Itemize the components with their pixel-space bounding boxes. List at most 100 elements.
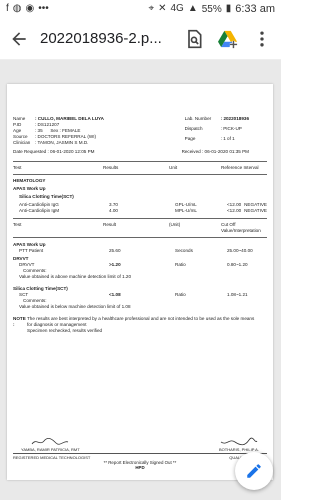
back-button[interactable]: [6, 26, 32, 52]
battery-level: 55%: [201, 3, 222, 15]
age-value: : 35: [35, 128, 43, 133]
report-footer: YAMBA, RAMIR PATRICIA, RMT BOTHARIS, PHI…: [13, 430, 267, 470]
table1-header: Test Results Unit Reference Interval: [13, 165, 267, 171]
page-label: Page: [184, 136, 196, 141]
section-silica: Silica Clotting Time(SCT): [19, 194, 74, 199]
clinician-value: : TAMON, JASMIN S M.D.: [35, 140, 89, 145]
status-bar: f ◍ ◉ ••• ⌖ ✕ 4G ▲ 55% ▮ 6:33 am: [0, 0, 281, 18]
facebook-icon: f: [6, 3, 9, 14]
sex-value: : FEMALE: [59, 128, 81, 133]
search-document-button[interactable]: [181, 26, 207, 52]
network-type: 4G: [170, 3, 184, 14]
ref-value: <12.00: [227, 208, 242, 213]
col-results: Results: [103, 165, 119, 170]
col-reference: Reference Interval: [221, 165, 259, 170]
test-unit: Seconds: [175, 248, 193, 253]
sct-comment: Value obtained is below machine detectio…: [19, 304, 131, 309]
more-options-button[interactable]: [249, 26, 275, 52]
dates-row: Date Requested : 06-01-2020 12:05 PM Rec…: [13, 149, 249, 155]
hpd-label: HPD: [135, 465, 145, 470]
app-bar: 2022018936-2.p...: [0, 18, 281, 60]
divider: [13, 161, 267, 162]
signature-scribble-icon: [31, 437, 69, 445]
test-unit: Ratio: [175, 262, 186, 267]
col-unit: (Unit): [169, 222, 181, 227]
divider: [13, 174, 267, 175]
test-reference: <12.00 NEGATIVE: [227, 208, 267, 214]
report-header: Name : CULLO, MARIBEL DELA LUYA P.ID : D…: [13, 116, 267, 146]
col-unit: Unit: [169, 165, 178, 170]
clinician-label: Clinician: [13, 140, 31, 145]
location-icon: ⌖: [148, 3, 155, 14]
received-label: Received: [181, 149, 201, 154]
col-result: Result: [103, 222, 117, 227]
note-line: Specimen rechecked, results verified: [27, 328, 103, 333]
section-apas: APAS Work Up: [13, 186, 46, 191]
add-to-drive-button[interactable]: [215, 26, 241, 52]
back-arrow-icon: [12, 31, 26, 46]
edit-pencil-icon: [247, 464, 261, 478]
clock: 6:33 am: [235, 3, 275, 15]
result-flag: NEGATIVE: [244, 208, 267, 213]
date-requested-label: Date Requested: [13, 149, 47, 154]
test-name: Anti-Cardiolipin IgM: [19, 208, 60, 213]
lab-number-label: Lab. Number: [184, 116, 212, 121]
test-result: 4.00: [109, 208, 118, 213]
mute-icon: ✕: [158, 3, 167, 14]
sex-label: Sex: [50, 128, 59, 133]
status-right: ⌖ ✕ 4G ▲ 55% ▮ 6:33 am: [148, 3, 275, 15]
date-requested: Date Requested : 06-01-2020 12:05 PM: [13, 149, 94, 155]
test-reference: 25.00~40.00: [227, 248, 253, 253]
search-document-icon: [188, 29, 202, 48]
messenger-icon: ◍: [12, 3, 22, 14]
pdf-page: Name : CULLO, MARIBEL DELA LUYA P.ID : D…: [7, 84, 273, 480]
col-test: Test: [13, 222, 22, 227]
signature-titles: REGISTERED MEDICAL TECHNOLOGIST QUALITY …: [13, 453, 267, 460]
table-row: PTT Patient 25.60 Seconds 25.00~40.00: [13, 248, 267, 254]
divider: [13, 218, 267, 219]
more-dots-icon: •••: [38, 3, 49, 14]
signatures: YAMBA, RAMIR PATRICIA, RMT BOTHARIS, PHI…: [13, 430, 267, 452]
table-row: SCT <1.08 Ratio 1.08~1.21: [13, 292, 267, 298]
chrome-icon: ◉: [25, 3, 35, 14]
edit-fab-button[interactable]: [235, 452, 273, 490]
patient-info: Name : CULLO, MARIBEL DELA LUYA P.ID : D…: [13, 116, 104, 146]
dispatch-value: : PICK-UP: [220, 126, 242, 131]
test-reference: 0.80~1.20: [227, 262, 248, 267]
status-left: f ◍ ◉ •••: [6, 4, 49, 14]
date-received: Received : 06-01-2020 01:35 PM: [182, 149, 249, 155]
test-result: >1.20: [109, 262, 121, 267]
test-name: PTT Patient: [19, 248, 44, 253]
page-value: : 1 of 1: [220, 136, 235, 141]
test-unit: Ratio: [175, 292, 186, 297]
footer-left-title: REGISTERED MEDICAL TECHNOLOGIST: [13, 455, 91, 460]
col-test: Test: [13, 165, 22, 170]
document-title: 2022018936-2.p...: [40, 30, 162, 47]
signer-left-name: YAMBA, RAMIR PATRICIA, RMT: [21, 447, 80, 452]
lab-info: Lab. Number : 2022018936 Dispatch : PICK…: [185, 116, 249, 146]
note-text: The results are best interpreted by a he…: [27, 316, 267, 334]
signature-right: BOTHARIS, PHILIP A.: [219, 437, 259, 452]
test-reference: 1.08~1.21: [227, 292, 248, 297]
add-to-drive-icon: [218, 30, 238, 48]
lab-number-value: : 2022018936: [220, 116, 249, 121]
document-viewer[interactable]: Name : CULLO, MARIBEL DELA LUYA P.ID : D…: [0, 60, 281, 500]
report-note: NOTE : The results are best interpreted …: [13, 316, 267, 334]
table-row: DRVVT >1.20 Ratio 0.80~1.20: [13, 262, 267, 268]
battery-icon: ▮: [225, 3, 232, 14]
signal-icon: ▲: [187, 3, 198, 14]
more-vert-icon: [260, 31, 264, 46]
test-result: 25.60: [109, 248, 121, 253]
drvvt-comment: Value obtained is above machine detectio…: [19, 274, 132, 279]
section-hematology: HEMATOLOGY: [13, 178, 46, 183]
test-unit: MPL-U/mL: [175, 208, 197, 213]
signature-scribble-icon: [220, 437, 258, 446]
lab-report: Name : CULLO, MARIBEL DELA LUYA P.ID : D…: [13, 116, 267, 334]
test-result: <1.08: [109, 292, 121, 297]
divider: [13, 237, 267, 238]
dispatch-label: Dispatch: [184, 126, 203, 131]
date-requested-value: : 06-01-2020 12:05 PM: [47, 149, 95, 154]
table2-header: Test Result (Unit) Cut Off Value/Interpr…: [13, 222, 267, 234]
note-label: NOTE :: [13, 316, 26, 327]
col-cutoff: Cut Off Value/Interpretation: [221, 222, 261, 233]
